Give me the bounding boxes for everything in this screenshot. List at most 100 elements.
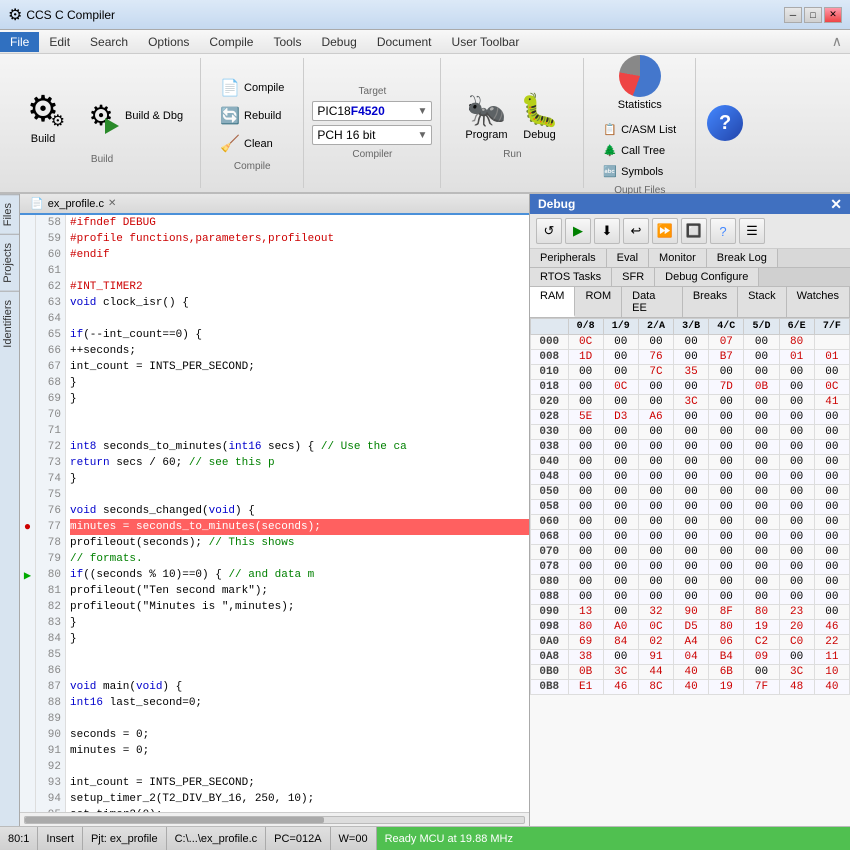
line-marker-65 xyxy=(20,327,35,343)
menu-compile[interactable]: Compile xyxy=(199,32,263,52)
debug-fast-forward-button[interactable]: ⏩ xyxy=(652,218,678,244)
mem-addr-cell: 070 xyxy=(531,545,569,560)
main-area: Files Projects Identifiers 📄 ex_profile.… xyxy=(0,194,850,826)
editor-close-button[interactable]: ✕ xyxy=(108,198,116,209)
menu-search[interactable]: Search xyxy=(80,32,138,52)
help-button[interactable]: ? xyxy=(702,100,748,146)
h-scroll-thumb[interactable] xyxy=(25,817,324,823)
minimize-button[interactable]: ─ xyxy=(784,7,802,23)
sidebar-files[interactable]: Files xyxy=(0,194,19,234)
rebuild-button[interactable]: 🔄 Rebuild xyxy=(213,103,291,129)
chip-dropdown[interactable]: PIC18F4520 ▼ xyxy=(312,101,432,121)
menu-edit[interactable]: Edit xyxy=(39,32,80,52)
mem-val-cell: 00 xyxy=(814,470,849,485)
debug-run-button[interactable]: 🐛 Debug xyxy=(516,87,564,145)
build-button[interactable]: ⚙ ⚙ Build xyxy=(16,82,70,150)
tab-debug-configure[interactable]: Debug Configure xyxy=(655,268,759,286)
mode-label: PCH 16 bit xyxy=(317,128,375,142)
debug-step-over-button[interactable]: ⬇ xyxy=(594,218,620,244)
statistics-button[interactable]: Statistics xyxy=(613,50,667,116)
line-number-85: 85 xyxy=(40,647,61,663)
mem-val-cell: 00 xyxy=(568,440,603,455)
menu-document[interactable]: Document xyxy=(367,32,442,52)
memory-table[interactable]: 0/8 1/9 2/A 3/B 4/C 5/D 6/E 7/F 0000C000… xyxy=(530,318,850,826)
mem-val-cell: 0B xyxy=(744,380,779,395)
mem-addr-cell: 020 xyxy=(531,395,569,410)
build-debug-button[interactable]: ⚙ Build & Dbg xyxy=(78,95,188,137)
maximize-button[interactable]: □ xyxy=(804,7,822,23)
menu-tools[interactable]: Tools xyxy=(263,32,311,52)
line-number-87: 87 xyxy=(40,679,61,695)
menu-user-toolbar[interactable]: User Toolbar xyxy=(442,32,530,52)
mem-val-cell: 00 xyxy=(674,590,709,605)
code-line-59: #profile functions,parameters,profileout xyxy=(70,231,529,247)
mem-val-cell: 00 xyxy=(744,545,779,560)
mem-val-cell: 8F xyxy=(709,605,744,620)
mem-val-cell: 00 xyxy=(779,545,814,560)
menu-expand[interactable]: ∧ xyxy=(832,33,850,50)
menu-options[interactable]: Options xyxy=(138,32,199,52)
menu-file[interactable]: File xyxy=(0,32,39,52)
debug-watch-button[interactable]: ☰ xyxy=(739,218,765,244)
code-line-90: seconds = 0; xyxy=(70,727,529,743)
clean-button[interactable]: 🧹 Clean xyxy=(213,131,291,157)
line-number-68: 68 xyxy=(40,375,61,391)
mem-val-cell: 06 xyxy=(709,635,744,650)
debug-step-around-button[interactable]: ↩ xyxy=(623,218,649,244)
tab-monitor[interactable]: Monitor xyxy=(649,249,707,267)
mem-val-cell: 19 xyxy=(744,620,779,635)
tab-eval[interactable]: Eval xyxy=(607,249,649,267)
debug-help-button[interactable]: ? xyxy=(710,218,736,244)
tab-breaks[interactable]: Breaks xyxy=(683,287,738,317)
symbols-button[interactable]: 🔤 Symbols xyxy=(596,162,683,181)
close-button[interactable]: ✕ xyxy=(824,7,842,23)
mem-val-cell: 38 xyxy=(568,650,603,665)
h-scrollbar[interactable] xyxy=(20,812,529,826)
debug-chip-button[interactable]: 🔲 xyxy=(681,218,707,244)
calltree-button[interactable]: 🌲 Call Tree xyxy=(596,141,683,160)
clean-icon: 🧹 xyxy=(220,134,240,154)
mem-addr-cell: 018 xyxy=(531,380,569,395)
mem-val-cell: 00 xyxy=(568,530,603,545)
tab-stack[interactable]: Stack xyxy=(738,287,787,317)
col-h-6: 6/E xyxy=(779,319,814,335)
debug-restart-button[interactable]: ↺ xyxy=(536,218,562,244)
mem-val-cell: 00 xyxy=(674,335,709,350)
tab-rtos[interactable]: RTOS Tasks xyxy=(530,268,612,286)
mem-val-cell: 0C xyxy=(603,380,638,395)
line-marker-94 xyxy=(20,791,35,807)
line-number-58: 58 xyxy=(40,215,61,231)
tab-rom[interactable]: ROM xyxy=(575,287,622,317)
compiler-group-label: Compiler xyxy=(352,149,392,160)
editor-tab[interactable]: 📄 ex_profile.c ✕ xyxy=(20,194,529,215)
mode-dropdown[interactable]: PCH 16 bit ▼ xyxy=(312,125,432,145)
menu-debug[interactable]: Debug xyxy=(311,32,366,52)
chip-name: PIC18F4520 xyxy=(317,104,384,118)
debug-close-button[interactable]: ✕ xyxy=(830,197,842,211)
tab-watches[interactable]: Watches xyxy=(787,287,850,317)
mem-val-cell: 00 xyxy=(779,470,814,485)
mem-val-cell: 00 xyxy=(814,455,849,470)
compile-button[interactable]: 📄 Compile xyxy=(213,75,291,101)
tab-break-log[interactable]: Break Log xyxy=(707,249,778,267)
tab-sfr[interactable]: SFR xyxy=(612,268,655,286)
line-marker-61 xyxy=(20,263,35,279)
tab-peripherals[interactable]: Peripherals xyxy=(530,249,607,267)
build-debug-inner[interactable]: ⚙ Build & Dbg xyxy=(78,95,188,137)
line-marker-63 xyxy=(20,295,35,311)
build-icon: ⚙ ⚙ xyxy=(21,87,65,131)
tab-data-ee[interactable]: Data EE xyxy=(622,287,683,317)
debug-run-btn[interactable]: ▶ xyxy=(565,218,591,244)
code-area[interactable]: #ifndef DEBUG #profile functions,paramet… xyxy=(66,215,529,812)
sidebar-identifiers[interactable]: Identifiers xyxy=(0,291,19,356)
code-line-87: void main(void) { xyxy=(70,679,529,695)
tab-ram[interactable]: RAM xyxy=(530,287,575,317)
program-button[interactable]: 🐜 Program xyxy=(461,87,511,145)
sidebar-projects[interactable]: Projects xyxy=(0,234,19,291)
rebuild-label: Rebuild xyxy=(244,110,281,122)
code-line-67: int_count = INTS_PER_SECOND; xyxy=(70,359,529,375)
h-scroll-track[interactable] xyxy=(24,816,525,824)
build-group-label: Build xyxy=(91,154,113,165)
line-number-77: 77 xyxy=(40,519,61,535)
casm-button[interactable]: 📋 C/ASM List xyxy=(596,120,683,139)
